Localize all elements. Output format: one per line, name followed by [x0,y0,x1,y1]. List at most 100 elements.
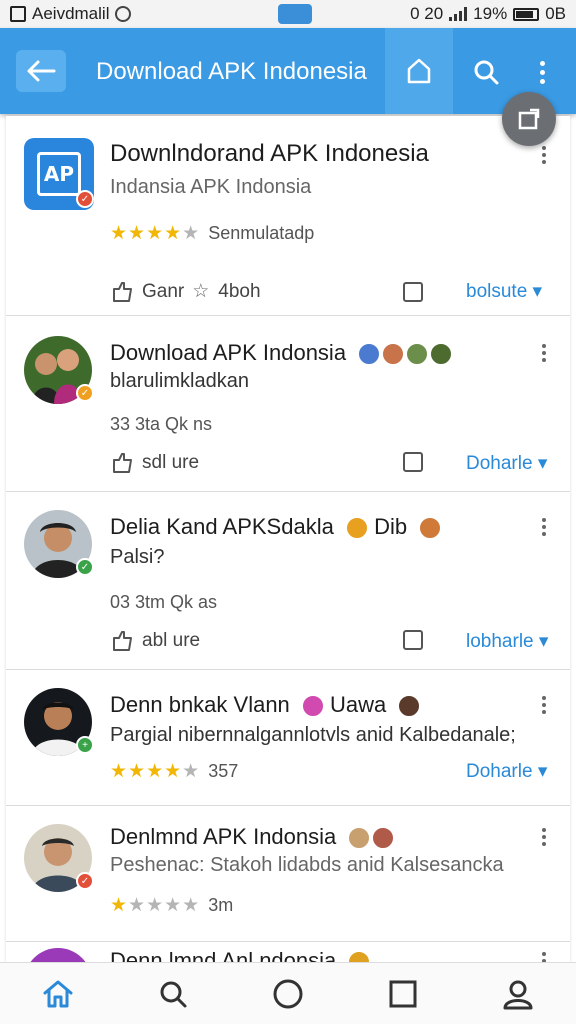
reaction-avatar [348,951,371,962]
card-menu-button[interactable] [542,828,548,846]
share-fab-button[interactable] [502,92,556,146]
card-rating-row: ★★★★★ 357 [110,760,238,783]
verified-badge-icon: ✓ [76,872,94,890]
nav-circle[interactable] [230,963,345,1024]
card-action-label-2[interactable]: 4boh [218,281,260,303]
card-menu-button[interactable] [542,518,548,536]
reaction-avatar [345,517,368,540]
card-meta: 3m [208,895,234,915]
like-icon[interactable] [110,630,134,652]
more-options-button[interactable] [528,52,556,92]
reaction-avatars [358,343,453,366]
notification-app-icon [10,6,26,22]
card-action-label[interactable]: abl ure [142,630,200,652]
share-icon [518,108,540,130]
list-item[interactable]: AP ✓ Downlndorand APK Indonesia Indansia… [6,116,570,316]
reaction-avatar [301,695,324,718]
bottom-nav [0,962,576,1024]
star-icon[interactable]: ☆ [192,280,210,303]
card-action-row: abl ure [110,630,200,652]
circle-icon [273,979,303,1008]
profile-icon [503,980,533,1009]
status-clock: 0B [545,4,566,23]
list-item[interactable]: ✓ Download APK Indonsia blarulimkladkan … [6,316,570,492]
back-arrow-icon [27,60,56,82]
list-item[interactable]: ✓ Delia Kand APKSdakla Dib Palsi? 03 3tm… [6,492,570,670]
reaction-avatar [398,695,421,718]
card-menu-button[interactable] [542,146,548,164]
reaction-avatar [419,517,442,540]
card-action-row: sdl ure [110,452,199,474]
card-subtitle: Palsi? [110,546,165,568]
like-icon[interactable] [110,452,134,474]
checkbox-icon[interactable] [403,630,423,650]
download-dropdown[interactable]: bolsute ▾ [466,280,542,303]
download-dropdown[interactable]: lobharle ▾ [466,630,548,653]
card-action-label[interactable]: Ganr [142,281,184,303]
apk-logo-icon: AP [37,152,81,196]
card-title: Download APK Indonsia [110,340,453,366]
search-icon [474,60,499,85]
signal-icon [449,7,468,21]
rating-stars: ★★★★★ [110,761,201,782]
battery-icon [513,7,540,21]
card-title: Delia Kand APKSdakla Dib [110,514,442,540]
app-logo: AP ✓ [24,138,94,210]
checkbox-icon[interactable] [403,282,423,302]
card-title: Denn lmnd Anl ndonsia [110,948,371,962]
card-meta: 33 3ta Qk ns [110,414,213,434]
card-meta: 357 [208,761,239,781]
verified-badge-icon: + [76,736,94,754]
avatar [24,948,92,962]
nav-profile[interactable] [461,963,576,1024]
list-item[interactable]: + Denn bnkak Vlann Uawa Pargial nibernna… [6,670,570,806]
status-bar: Aeivdmalil 0 20 19% 0B [0,0,576,28]
card-title: Downlndorand APK Indonesia [110,140,429,167]
reaction-avatars [348,827,395,850]
card-subtitle: Peshenac: Stakoh lidabds anid Kalsesanck… [110,854,504,876]
notification-circle-icon [115,6,132,22]
card-subtitle: Pargial nibernnalgannlotvls anid Kalbeda… [110,724,516,746]
search-button[interactable] [466,52,506,92]
card-meta: Senmulatadp [208,223,315,243]
feed-list: AP ✓ Downlndorand APK Indonesia Indansia… [6,116,570,962]
home-button[interactable] [385,28,453,114]
card-action-label[interactable]: sdl ure [142,452,199,474]
page-title: Download APK Indonesia [96,58,367,85]
app-bar: Download APK Indonesia [0,28,576,114]
checkbox-icon[interactable] [403,452,423,472]
card-rating-row: ★★★★★ Senmulatadp [110,222,314,245]
download-dropdown[interactable]: Doharle ▾ [466,760,547,783]
rating-stars: ★★★★★ [110,895,201,916]
card-subtitle: blarulimkladkan [110,370,249,392]
card-title: Denlmnd APK Indonsia [110,824,395,850]
status-signal-text: 0 20 [410,4,444,23]
battery-percent: 19% [473,4,508,23]
back-button[interactable] [16,50,66,92]
verified-badge-icon: ✓ [76,384,94,402]
verified-badge-icon: ✓ [76,558,94,576]
status-left-text: Aeivdmalil [32,4,110,23]
download-dropdown[interactable]: Doharle ▾ [466,452,547,475]
card-rating-row: ★★★★★ 3m [110,894,233,917]
home-icon [407,58,431,84]
card-action-row: Ganr ☆ 4boh [110,280,261,303]
notification-center-icon [278,4,312,24]
square-icon [389,980,417,1007]
card-meta: 03 3tm Qk as [110,592,218,612]
home-icon [43,980,73,1007]
list-item[interactable]: ✓ Denlmnd APK Indonsia Peshenac: Stakoh … [6,806,570,942]
nav-home[interactable] [0,963,115,1024]
nav-search[interactable] [115,963,230,1024]
nav-square[interactable] [346,963,461,1024]
card-menu-button[interactable] [542,344,548,362]
rating-stars: ★★★★★ [110,223,201,244]
list-item[interactable]: Denn lmnd Anl ndonsia [6,942,570,962]
verified-badge-icon: ✓ [76,190,94,208]
card-subtitle: Indansia APK Indonsia [110,176,312,198]
card-menu-button[interactable] [542,952,548,962]
like-icon[interactable] [110,281,134,303]
search-icon [160,981,187,1007]
card-title: Denn bnkak Vlann Uawa [110,692,421,718]
card-menu-button[interactable] [542,696,548,714]
